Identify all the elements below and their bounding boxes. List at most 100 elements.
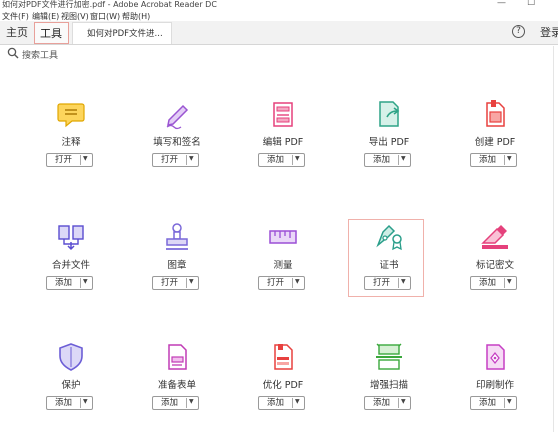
tool-action-button[interactable]: 添加 ▼ [364,396,411,410]
login-button[interactable]: 登录 [540,24,558,40]
window-title: 如何对PDF文件进行加密.pdf - Adobe Acrobat Reader … [2,0,217,9]
tool-action-button[interactable]: 添加 ▼ [258,396,305,410]
tool-protect[interactable]: 保护 添加 ▼ [35,341,107,417]
tool-action-button[interactable]: 添加 ▼ [364,153,411,167]
tool-comment[interactable]: 注释 打开 ▼ [35,98,107,174]
button-separator [80,155,81,165]
tool-edit-pdf[interactable]: 编辑 PDF 添加 ▼ [247,98,319,174]
tool-action-button[interactable]: 打开 ▼ [152,276,199,290]
tool-label: 创建 PDF [474,137,516,148]
tool-label: 填写和签名 [153,137,201,148]
tool-action-button[interactable]: 添加 ▼ [258,153,305,167]
tool-prepare-form[interactable]: 准备表单 添加 ▼ [141,341,213,417]
tool-action-label: 添加 [478,155,496,165]
edit-pdf-icon [273,102,293,127]
tool-action-button[interactable]: 添加 ▼ [46,396,93,410]
tool-label: 编辑 PDF [262,137,304,148]
tool-stamp[interactable]: 图章 打开 ▼ [141,221,213,297]
tool-label: 准备表单 [157,380,196,391]
create-pdf-icon [486,100,505,127]
tool-label: 优化 PDF [262,380,304,391]
chevron-down-icon[interactable]: ▼ [507,398,512,405]
tab-home[interactable]: 主页 [6,24,28,40]
tool-fill-sign[interactable]: 填写和签名 打开 ▼ [141,98,213,174]
maximize-button[interactable]: ☐ [527,0,535,8]
certificate-icon [376,224,402,251]
button-separator [504,398,505,408]
tool-certificate[interactable]: 证书 打开 ▼ [353,221,425,297]
chevron-down-icon[interactable]: ▼ [83,155,88,162]
tool-action-label: 添加 [372,155,390,165]
tool-label: 标记密文 [475,260,514,271]
search-tools[interactable]: 搜索工具 [7,46,127,62]
chevron-down-icon[interactable]: ▼ [83,398,88,405]
tool-action-label: 添加 [478,398,496,408]
chevron-down-icon[interactable]: ▼ [83,278,88,285]
chevron-down-icon[interactable]: ▼ [507,278,512,285]
search-icon [7,47,19,59]
button-separator [80,398,81,408]
tool-label: 证书 [379,260,399,271]
tool-label: 增强扫描 [369,380,408,391]
minimize-button[interactable]: — [497,0,506,8]
tool-action-label: 添加 [160,398,178,408]
export-pdf-icon [379,101,400,127]
tool-label: 导出 PDF [368,137,410,148]
button-separator [80,278,81,288]
chevron-down-icon[interactable]: ▼ [401,155,406,162]
chevron-down-icon[interactable]: ▼ [295,278,300,285]
tool-combine-files[interactable]: 合并文件 添加 ▼ [35,221,107,297]
tool-action-label: 打开 [160,155,178,165]
tool-action-button[interactable]: 打开 ▼ [364,276,411,290]
button-separator [398,398,399,408]
tool-action-button[interactable]: 添加 ▼ [152,396,199,410]
button-separator [504,278,505,288]
help-icon[interactable]: ? [512,25,525,38]
scroll-track[interactable] [553,46,554,432]
tool-export-pdf[interactable]: 导出 PDF 添加 ▼ [353,98,425,174]
tool-optimize-pdf[interactable]: 优化 PDF 添加 ▼ [247,341,319,417]
tool-redact[interactable]: 标记密文 添加 ▼ [459,221,531,297]
title-bar: 如何对PDF文件进行加密.pdf - Adobe Acrobat Reader … [0,0,558,11]
tool-action-label: 打开 [54,155,72,165]
chevron-down-icon[interactable]: ▼ [295,398,300,405]
tool-action-button[interactable]: 添加 ▼ [470,153,517,167]
tool-action-button[interactable]: 添加 ▼ [46,276,93,290]
fill-sign-icon [166,104,189,130]
chevron-down-icon[interactable]: ▼ [507,155,512,162]
enhance-scan-icon [376,343,402,370]
tool-create-pdf[interactable]: 创建 PDF 添加 ▼ [459,98,531,174]
button-separator [186,155,187,165]
tab-bar: 主页 工具 如何对PDF文件进... ? 登录 [0,21,558,45]
prepare-form-icon [168,344,187,370]
tool-action-button[interactable]: 添加 ▼ [470,276,517,290]
button-separator [398,155,399,165]
chevron-down-icon[interactable]: ▼ [189,398,194,405]
combine-files-icon [58,225,84,251]
measure-icon [269,230,297,244]
tool-label: 印刷制作 [475,380,514,391]
tool-print-production[interactable]: 印刷制作 添加 ▼ [459,341,531,417]
tool-action-button[interactable]: 打开 ▼ [258,276,305,290]
tool-measure[interactable]: 测量 打开 ▼ [247,221,319,297]
tool-action-button[interactable]: 打开 ▼ [152,153,199,167]
button-separator [398,278,399,288]
chevron-down-icon[interactable]: ▼ [189,278,194,285]
tool-label: 保护 [61,380,81,391]
tool-action-label: 打开 [372,278,390,288]
tool-action-label: 添加 [54,398,72,408]
button-separator [292,155,293,165]
button-separator [292,398,293,408]
tool-label: 合并文件 [51,260,90,271]
chevron-down-icon[interactable]: ▼ [401,398,406,405]
tool-action-button[interactable]: 添加 ▼ [470,396,517,410]
chevron-down-icon[interactable]: ▼ [295,155,300,162]
tab-tools[interactable]: 工具 [34,22,69,44]
tool-action-label: 打开 [160,278,178,288]
tab-document[interactable]: 如何对PDF文件进... [72,22,172,44]
tool-enhance-scan[interactable]: 增强扫描 添加 ▼ [353,341,425,417]
chevron-down-icon[interactable]: ▼ [401,278,406,285]
chevron-down-icon[interactable]: ▼ [189,155,194,162]
tab-document-label: 如何对PDF文件进... [87,29,163,39]
tool-action-button[interactable]: 打开 ▼ [46,153,93,167]
